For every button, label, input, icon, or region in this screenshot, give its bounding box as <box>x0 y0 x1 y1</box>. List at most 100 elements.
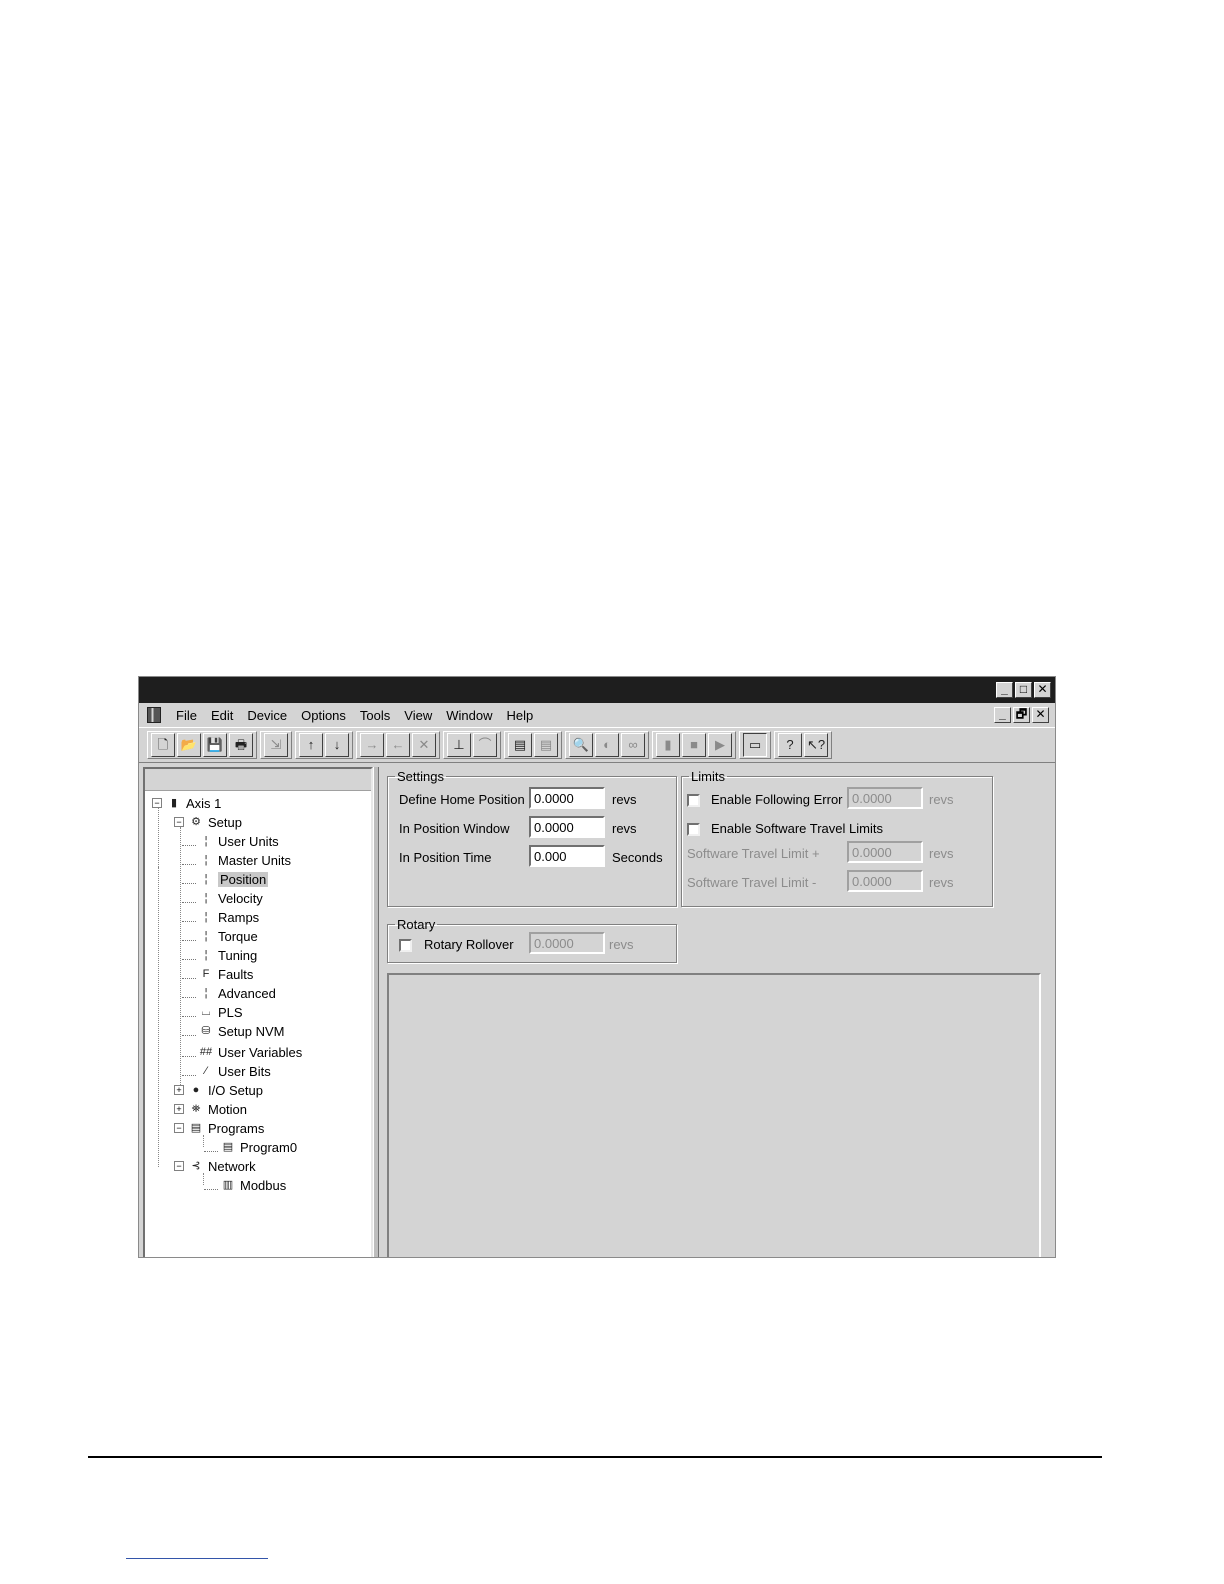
title-bar: _ □ ✕ <box>139 677 1055 703</box>
mdi-restore-button[interactable]: 🗗 <box>1013 707 1030 723</box>
connect-icon[interactable]: → <box>360 733 384 757</box>
expand-toggle[interactable]: + <box>174 1104 184 1114</box>
menu-file[interactable]: File <box>169 708 204 723</box>
rotary-rollover-unit: revs <box>609 937 634 952</box>
help-icon[interactable]: ? <box>778 733 802 757</box>
tree-node-programs[interactable]: − ▤ Programs <box>174 1119 264 1137</box>
tree-node-position[interactable]: ¦ Position <box>182 870 269 888</box>
mdi-window-controls: _ 🗗 ✕ <box>994 707 1049 723</box>
collapse-toggle[interactable]: − <box>152 798 162 808</box>
mdi-close-button[interactable]: ✕ <box>1032 707 1049 723</box>
software-limit-minus-label: Software Travel Limit - <box>687 875 817 890</box>
toolbar-group: ⇲ <box>260 731 292 759</box>
zoom-icon[interactable]: 🔍 <box>569 733 593 757</box>
define-home-label: Define Home Position <box>399 792 525 807</box>
toolbar-group: ▮ ■ ▶ <box>652 731 736 759</box>
parameter-icon: ¦ <box>204 987 208 999</box>
tree-node-user-bits[interactable]: ⁄ User Bits <box>182 1062 271 1080</box>
run-icon[interactable]: ▶ <box>708 733 732 757</box>
enable-icon[interactable]: ⊥ <box>447 733 471 757</box>
tree-node-program0[interactable]: ▤ Program0 <box>204 1138 297 1156</box>
tree-node-modbus[interactable]: ▥ Modbus <box>204 1176 286 1194</box>
disable-icon[interactable]: ⌒ <box>473 733 497 757</box>
parameter-icon: ¦ <box>204 873 208 885</box>
menu-edit[interactable]: Edit <box>204 708 240 723</box>
tree-node-faults[interactable]: F Faults <box>182 965 253 983</box>
tree-node-user-units[interactable]: ¦ User Units <box>182 832 279 850</box>
page-footer-rule <box>88 1456 1102 1458</box>
user-bits-icon: ⁄ <box>205 1065 207 1077</box>
toolbar-group: ↑ ↓ <box>295 731 353 759</box>
minimize-button[interactable]: _ <box>996 682 1013 698</box>
window-layout-icon[interactable]: ▭ <box>743 733 767 757</box>
print-icon[interactable]: 🖶 <box>229 733 253 757</box>
menu-tools[interactable]: Tools <box>353 708 397 723</box>
tree-node-io-setup[interactable]: + ● I/O Setup <box>174 1081 263 1099</box>
faults-icon: F <box>202 968 210 980</box>
rotary-rollover-input[interactable] <box>529 932 605 954</box>
program-icon[interactable]: ▤ <box>508 733 532 757</box>
enable-software-travel-limits-checkbox[interactable] <box>687 823 700 836</box>
tree-node-torque[interactable]: ¦ Torque <box>182 927 258 945</box>
expand-toggle[interactable]: + <box>174 1085 184 1095</box>
program-list-icon[interactable]: ▤ <box>534 733 558 757</box>
toolbar-group: → ← ✕ <box>356 731 440 759</box>
tree-node-advanced[interactable]: ¦ Advanced <box>182 984 276 1002</box>
tree-node-velocity[interactable]: ¦ Velocity <box>182 889 263 907</box>
disconnect-icon[interactable]: ← <box>386 733 410 757</box>
watch-icon[interactable]: ◐ <box>595 733 619 757</box>
pls-icon: ⌴ <box>201 1006 211 1018</box>
menu-window[interactable]: Window <box>439 708 499 723</box>
software-limit-plus-input[interactable] <box>847 841 923 863</box>
menu-help[interactable]: Help <box>499 708 540 723</box>
content-area <box>387 973 1041 1257</box>
in-position-window-input[interactable] <box>529 816 605 838</box>
save-icon[interactable]: 💾 <box>203 733 227 757</box>
program-icon: ▤ <box>222 1141 234 1153</box>
collapse-toggle[interactable]: − <box>174 817 184 827</box>
tree-guide <box>158 807 159 867</box>
rotary-rollover-checkbox[interactable] <box>399 939 412 952</box>
download-icon[interactable]: ↓ <box>325 733 349 757</box>
import-icon[interactable]: ⇲ <box>264 733 288 757</box>
tree-node-setup[interactable]: − ⚙ Setup <box>174 813 242 831</box>
menu-bar: File Edit Device Options Tools View Wind… <box>139 703 1055 727</box>
app-icon[interactable] <box>147 707 161 723</box>
menu-device[interactable]: Device <box>240 708 294 723</box>
menu-options[interactable]: Options <box>294 708 353 723</box>
tree-node-network[interactable]: − ⊰ Network <box>174 1157 256 1175</box>
collapse-toggle[interactable]: − <box>174 1161 184 1171</box>
tree-node-user-variables[interactable]: ## User Variables <box>182 1043 302 1061</box>
tree-guide <box>180 827 181 1085</box>
device-icon[interactable]: ▮ <box>656 733 680 757</box>
software-limit-plus-unit: revs <box>929 846 954 861</box>
open-folder-icon[interactable]: 📂 <box>177 733 201 757</box>
drive-icon: ▮ <box>170 797 178 809</box>
maximize-button[interactable]: □ <box>1015 682 1032 698</box>
context-help-icon[interactable]: ↖? <box>804 733 828 757</box>
software-limit-minus-input[interactable] <box>847 870 923 892</box>
enable-software-travel-limits-label: Enable Software Travel Limits <box>711 821 883 836</box>
cancel-icon[interactable]: ✕ <box>412 733 436 757</box>
following-error-input[interactable] <box>847 787 923 809</box>
in-position-time-input[interactable] <box>529 845 605 867</box>
rotary-rollover-label: Rotary Rollover <box>424 937 514 952</box>
parameter-icon: ¦ <box>204 911 208 923</box>
collapse-toggle[interactable]: − <box>174 1123 184 1133</box>
tree-node-motion[interactable]: + ⛯ Motion <box>174 1100 247 1118</box>
tree-node-setup-nvm[interactable]: ⛁ Setup NVM <box>182 1022 284 1040</box>
tree-node-master-units[interactable]: ¦ Master Units <box>182 851 291 869</box>
binoculars-icon[interactable]: ∞ <box>621 733 645 757</box>
new-file-icon[interactable]: 🗋 <box>151 733 175 757</box>
define-home-input[interactable] <box>529 787 605 809</box>
menu-view[interactable]: View <box>397 708 439 723</box>
tree-node-tuning[interactable]: ¦ Tuning <box>182 946 257 964</box>
stop-icon[interactable]: ■ <box>682 733 706 757</box>
tree-node-axis-1[interactable]: − ▮ Axis 1 <box>152 794 221 812</box>
mdi-minimize-button[interactable]: _ <box>994 707 1011 723</box>
tree-node-pls[interactable]: ⌴ PLS <box>182 1003 243 1021</box>
enable-following-error-checkbox[interactable] <box>687 794 700 807</box>
upload-icon[interactable]: ↑ <box>299 733 323 757</box>
close-button[interactable]: ✕ <box>1034 682 1051 698</box>
tree-node-ramps[interactable]: ¦ Ramps <box>182 908 259 926</box>
